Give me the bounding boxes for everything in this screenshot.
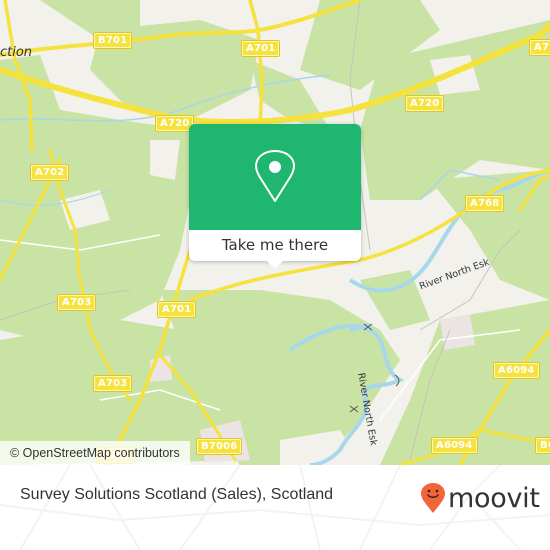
road-label-a6094: A6094 — [431, 437, 478, 454]
map-attribution[interactable]: © OpenStreetMap contributors — [0, 441, 190, 465]
popup-header — [189, 124, 361, 230]
destination-popup: Take me there — [189, 124, 361, 269]
road-label-a6094: A6094 — [493, 362, 540, 379]
road-label-a702: A702 — [29, 164, 70, 181]
road-label-b701: B701 — [92, 32, 133, 49]
road-label-b6: B6 — [535, 437, 550, 454]
take-me-there-button[interactable]: Take me there — [189, 230, 361, 261]
place-name: Survey Solutions Scotland (Sales), Scotl… — [20, 486, 334, 503]
moovit-smiley-pin-icon — [421, 483, 445, 513]
road-label-a701: A701 — [240, 40, 281, 57]
road-label-a701: A701 — [156, 301, 197, 318]
road-label-a768: A768 — [464, 195, 505, 212]
road-label-b7006: B7006 — [195, 438, 243, 455]
road-label-a703: A703 — [56, 294, 97, 311]
footer-bar: Survey Solutions Scotland (Sales), Scotl… — [0, 465, 550, 550]
road-label-a720: A720 — [404, 95, 445, 112]
map-view[interactable]: B701 A701 A77 A720 A720 A702 A768 A703 A… — [0, 0, 550, 465]
road-label-a77: A77 — [528, 39, 550, 56]
place-label-junction: ction — [0, 45, 33, 60]
popup-pointer — [266, 260, 284, 269]
moovit-logo[interactable]: moovit — [420, 481, 540, 515]
map-pin-icon — [255, 150, 295, 202]
road-label-a720: A720 — [154, 115, 195, 132]
road-label-a703: A703 — [92, 375, 133, 392]
moovit-wordmark: moovit — [448, 482, 540, 514]
